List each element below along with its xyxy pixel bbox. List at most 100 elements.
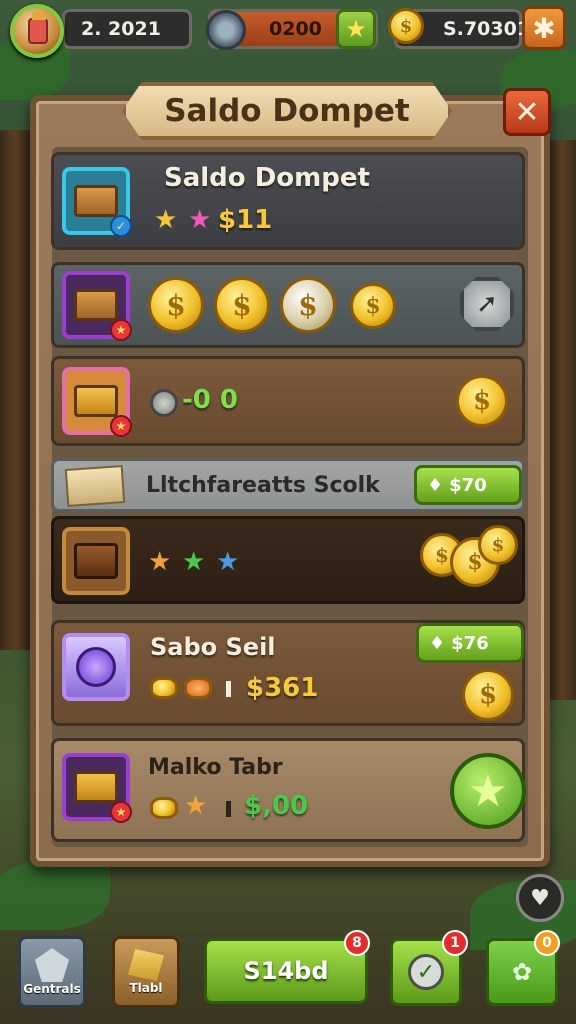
shop-notification-badge: 0 <box>534 930 560 956</box>
nav-generals-button[interactable]: Gentrals <box>18 936 86 1008</box>
gem-icon <box>76 647 116 687</box>
favorite-star-button[interactable]: ★ <box>450 753 526 829</box>
star-icon: ★ <box>154 205 178 235</box>
coin-icon: $ <box>456 375 508 427</box>
coin-symbol: $ <box>435 543 449 567</box>
coins-row: ★ $ $ $ $ ➚ <box>51 262 525 348</box>
coin-icon: $ <box>388 8 424 44</box>
coin-stack-icon <box>150 677 178 699</box>
heart-button[interactable]: ♥ <box>516 874 564 922</box>
malko-amount: $,00 <box>244 791 309 821</box>
coin-symbol: $ <box>478 680 498 710</box>
gold-chest-tile: ★ <box>62 367 132 437</box>
badge-icon: ★ <box>110 801 132 823</box>
main-action-label: S14bd <box>243 957 329 985</box>
badge-icon: ★ <box>110 415 132 437</box>
star-icon: ★ <box>468 765 508 817</box>
close-icon: ✕ <box>514 94 540 130</box>
energy-value: 0200 <box>269 18 322 40</box>
gold-box-icon <box>74 771 118 803</box>
top-bar: 2. 2021 0200 ★ S.70301 $ ✱ <box>0 0 576 58</box>
star-icon: ✱ <box>532 11 556 45</box>
coin-symbol: $ <box>166 288 186 322</box>
treasure-value: -0 0 <box>182 385 239 415</box>
gold-chest-icon <box>74 385 118 417</box>
check-icon: ✓ <box>408 954 444 990</box>
check-notification-badge: 1 <box>442 930 468 956</box>
market-row: Lltchfareatts Scolk ♦ $70 <box>51 458 525 512</box>
coin-icon: $ <box>350 283 396 329</box>
malko-title: Malko Tabr <box>148 755 283 780</box>
malko-row: ★ Malko Tabr ★ $,00 ★ <box>51 738 526 842</box>
scroll-icon <box>64 465 126 507</box>
tree-trunk <box>0 130 30 650</box>
chest-row: ★ ★ ★ $ $ $ <box>51 516 525 604</box>
badge-icon: ★ <box>110 319 132 341</box>
avatar-face-icon <box>28 12 48 44</box>
main-notification-badge: 8 <box>344 930 370 956</box>
sabo-row: Sabo Seil $361 ♦ $76 $ <box>51 620 525 726</box>
star-icon: ★ <box>216 547 240 577</box>
coin-stack-icon <box>184 677 212 699</box>
token-icon <box>150 389 178 417</box>
coin-symbol: $ <box>472 386 492 416</box>
coin-symbol: $ <box>365 293 381 319</box>
gold-box-tile: ★ <box>62 753 132 823</box>
badge-count: 1 <box>450 935 460 951</box>
market-title: Lltchfareatts Scolk <box>146 473 380 498</box>
sabo-price: $76 <box>451 632 489 654</box>
add-star-button[interactable]: ★ <box>336 9 376 49</box>
chest-icon <box>74 543 118 579</box>
coin-icon: $ <box>148 277 204 333</box>
panel-title-banner: Saldo Dompet <box>122 82 452 140</box>
sabo-buy-button[interactable]: ♦ $76 <box>416 623 524 663</box>
star-icon: ★ <box>345 15 367 43</box>
divider <box>226 801 231 817</box>
disk-icon <box>206 10 246 50</box>
level-value: 2. 2021 <box>81 18 161 40</box>
coin-symbol: $ <box>491 534 505 556</box>
wallet-amount: $11 <box>218 205 273 235</box>
gem-icon: ♦ <box>427 474 444 496</box>
market-buy-button[interactable]: ♦ $70 <box>414 465 522 505</box>
shield-icon <box>35 948 69 982</box>
sabo-amount: $361 <box>246 673 319 703</box>
coin-symbol: $ <box>232 288 252 322</box>
crate-icon <box>74 289 118 321</box>
close-button[interactable]: ✕ <box>503 88 551 136</box>
next-arrow-button[interactable]: ➚ <box>460 277 514 331</box>
coin-value: S.70301 <box>443 18 531 40</box>
main-action-button[interactable]: S14bd <box>204 938 368 1004</box>
nav-generals-label: Gentrals <box>23 982 81 996</box>
jungle-leaf <box>0 860 110 930</box>
treasure-row: ★ -0 0 $ <box>51 356 525 446</box>
backpack-tile: ✓ <box>62 167 132 237</box>
heart-icon: ♥ <box>530 885 550 911</box>
paw-icon: ✿ <box>511 958 533 986</box>
coin-icon: $ <box>280 277 336 333</box>
nav-table-label: Tlabl <box>129 981 163 995</box>
sabo-title: Sabo Seil <box>150 633 276 661</box>
chest-tile <box>62 527 130 595</box>
panel-title: Saldo Dompet <box>164 93 410 129</box>
coin-icon: $ <box>462 669 514 721</box>
backpack-icon <box>74 185 118 217</box>
wallet-title: Saldo Dompet <box>164 163 370 193</box>
crate-tile: ★ <box>62 271 132 341</box>
gold-icon <box>128 949 164 981</box>
arrow-icon: ➚ <box>476 289 498 319</box>
star-icon: ★ <box>148 547 172 577</box>
nav-table-button[interactable]: Tlabl <box>112 936 180 1008</box>
avatar[interactable] <box>10 4 64 58</box>
gem-icon: ♦ <box>429 632 446 654</box>
gem-tile <box>62 633 130 701</box>
coin-stack-icon <box>150 797 178 819</box>
star-icon: ★ <box>182 547 206 577</box>
divider <box>226 681 231 697</box>
coin-icon: $ <box>214 277 270 333</box>
star-icon: ★ <box>184 791 208 821</box>
star-icon: ★ <box>188 205 212 235</box>
top-star-button[interactable]: ✱ <box>522 6 566 50</box>
coin-icon: $ <box>478 525 518 565</box>
badge-count: 0 <box>542 935 552 951</box>
